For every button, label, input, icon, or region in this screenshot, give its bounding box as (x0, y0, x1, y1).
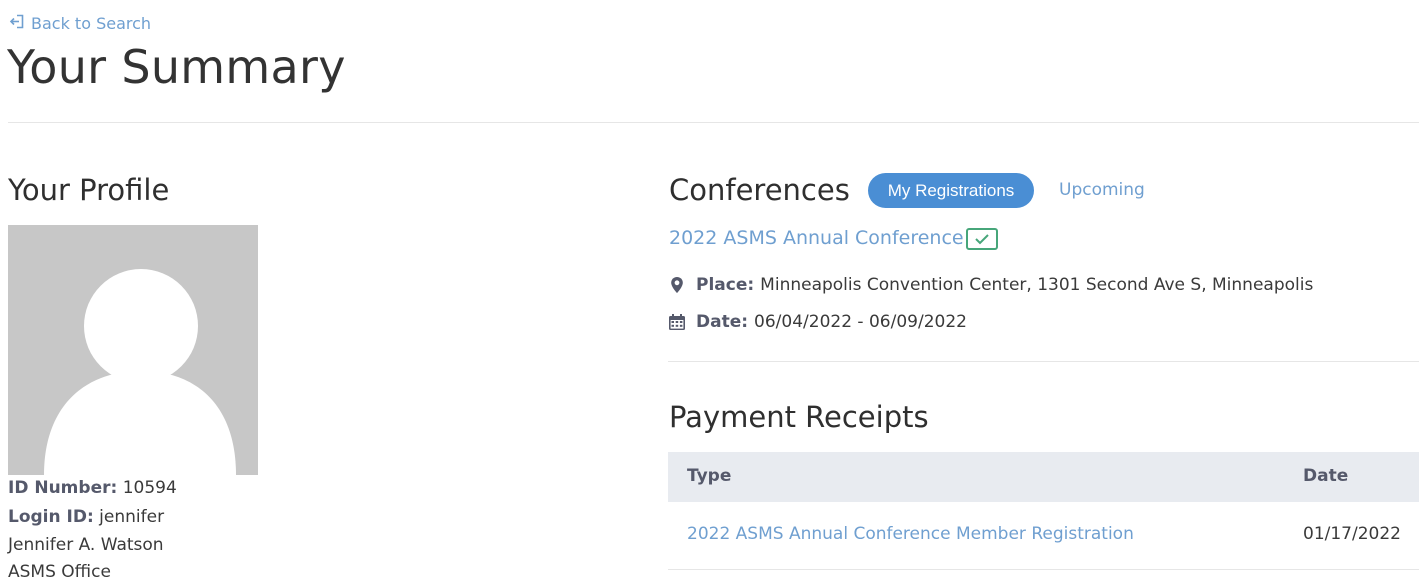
conference-date: Date: 06/04/2022 - 06/09/2022 (668, 312, 967, 332)
profile-office: ASMS Office (8, 562, 111, 582)
user-placeholder-icon (8, 225, 258, 475)
column-header-date: Date (1303, 466, 1349, 486)
header-divider (8, 122, 1419, 123)
profile-section-title: Your Profile (8, 173, 170, 207)
date-value: 06/04/2022 - 06/09/2022 (754, 312, 967, 332)
place-label: Place: (696, 275, 755, 295)
page-title: Your Summary (7, 40, 346, 94)
back-to-search-label: Back to Search (31, 14, 152, 33)
tab-my-registrations[interactable]: My Registrations (868, 173, 1034, 208)
receipts-table-header: Type Date (668, 452, 1419, 502)
conferences-section-title: Conferences (669, 173, 850, 207)
map-marker-icon (668, 276, 686, 294)
calendar-icon (668, 313, 686, 331)
login-id-label: Login ID: (8, 507, 94, 527)
id-number-label: ID Number: (8, 478, 118, 498)
date-label: Date: (696, 312, 749, 332)
table-row: 2022 ASMS Annual Conference Member Regis… (668, 502, 1419, 570)
place-value: Minneapolis Convention Center, 1301 Seco… (760, 275, 1314, 295)
conference-title-link[interactable]: 2022 ASMS Annual Conference (669, 227, 964, 249)
column-header-type: Type (687, 466, 732, 486)
login-id-value: jennifer (99, 507, 165, 527)
receipts-section-title: Payment Receipts (669, 400, 929, 434)
profile-id-number: ID Number: 10594 (8, 478, 177, 498)
conferences-divider (668, 361, 1419, 362)
back-arrow-icon (8, 13, 25, 34)
conference-place: Place: Minneapolis Convention Center, 13… (668, 275, 1313, 295)
tab-upcoming[interactable]: Upcoming (1059, 180, 1145, 200)
back-to-search-link[interactable]: Back to Search (8, 13, 151, 34)
profile-login-id: Login ID: jennifer (8, 507, 164, 527)
receipt-type-link[interactable]: 2022 ASMS Annual Conference Member Regis… (687, 524, 1134, 544)
check-icon (966, 228, 998, 250)
receipt-date: 01/17/2022 (1303, 524, 1401, 544)
profile-name: Jennifer A. Watson (8, 535, 164, 555)
id-number-value: 10594 (122, 478, 177, 498)
